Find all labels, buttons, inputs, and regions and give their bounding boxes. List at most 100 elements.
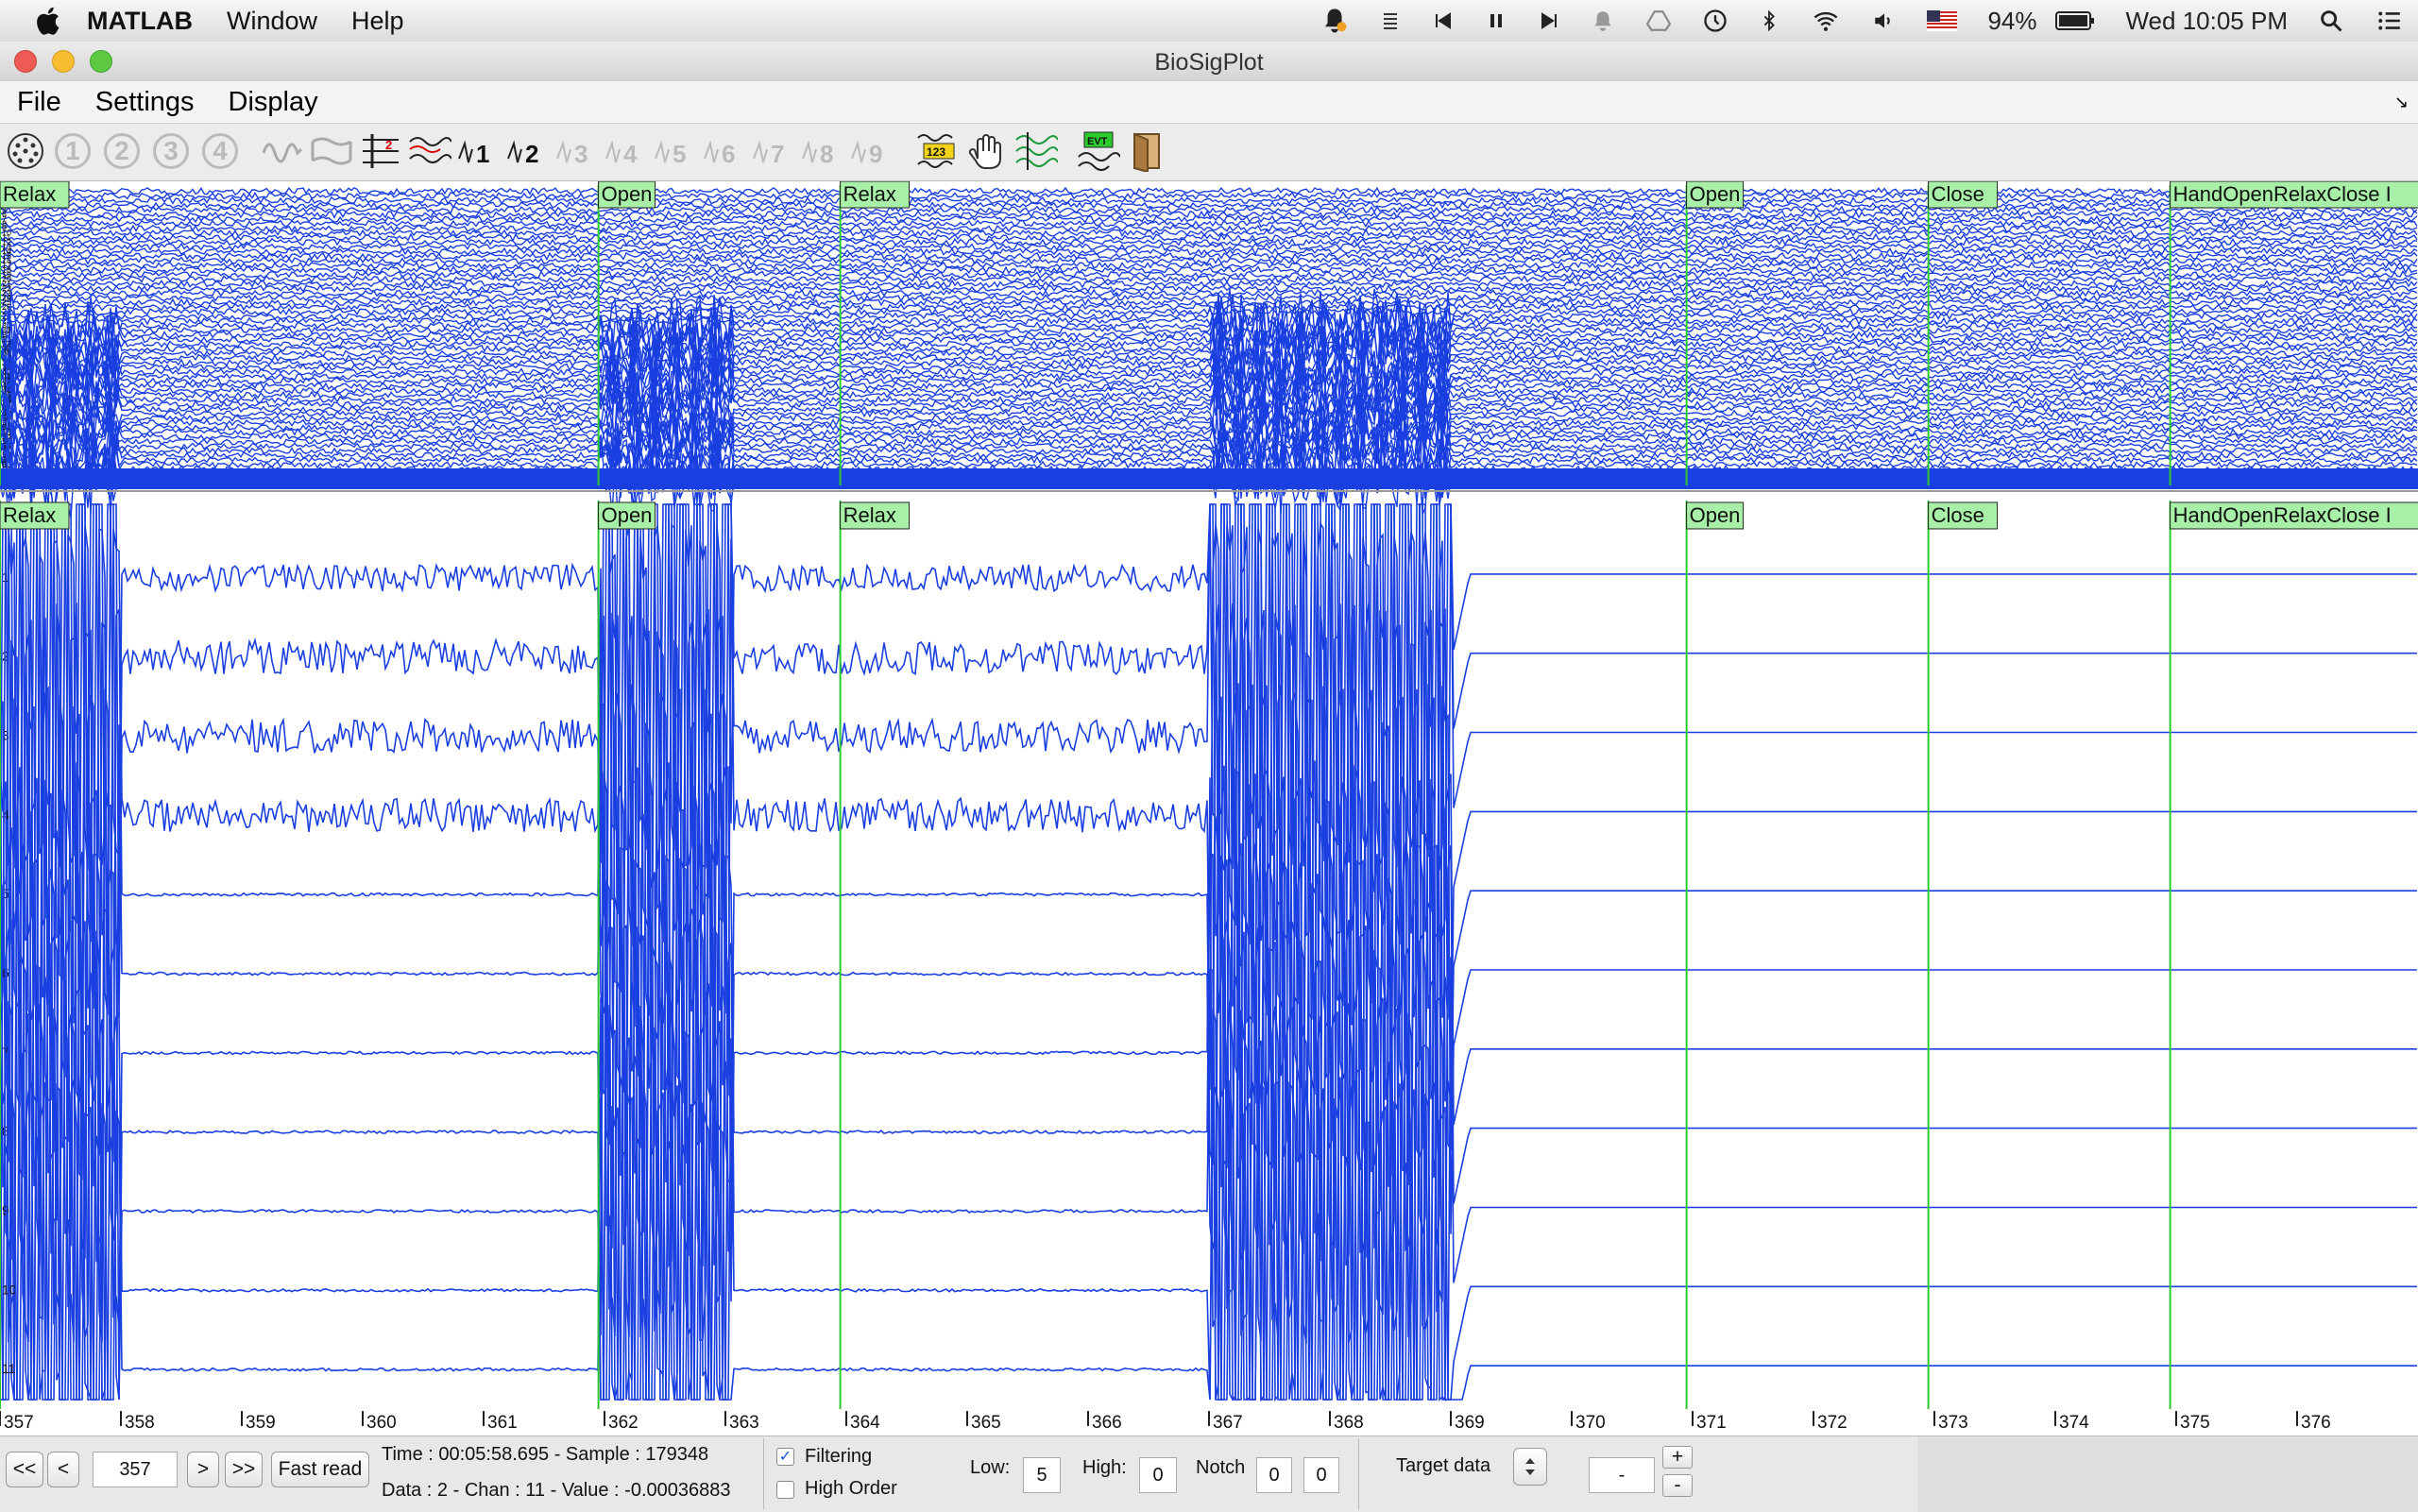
time-info: Time : 00:05:58.695 - Sample : 179348 [382, 1444, 709, 1465]
wifi-icon[interactable] [1810, 8, 1842, 34]
notification-bell-icon[interactable] [1320, 7, 1349, 35]
channel-spread-icon[interactable] [1014, 129, 1058, 173]
notification-icon[interactable] [1591, 8, 1615, 33]
svg-text:EVT: EVT [1087, 136, 1108, 147]
event-editor-icon[interactable]: EVT [1077, 129, 1120, 173]
window-titlebar: BioSigPlot [0, 42, 2418, 82]
previous-track-icon[interactable] [1432, 9, 1455, 32]
time-axis-tick-label: 370 [1575, 1413, 1606, 1433]
superimpose-3-button[interactable]: 3 [555, 129, 599, 173]
battery-icon[interactable] [2055, 10, 2095, 31]
compare-channels-icon[interactable] [408, 129, 451, 173]
window-menu[interactable]: Window [210, 7, 334, 36]
exit-door-icon[interactable] [1126, 129, 1169, 173]
battery-percent[interactable]: 94% [1987, 7, 2036, 36]
dock-arrow-icon[interactable]: ↘ [2394, 93, 2409, 112]
drive-icon[interactable] [1645, 8, 1672, 33]
wave-overlay-icon[interactable] [261, 129, 304, 173]
event-label: Relax [843, 503, 896, 527]
view-3-button[interactable]: 3 [149, 129, 193, 173]
svg-text:5: 5 [673, 140, 686, 168]
signal-plot-area[interactable]: 1234567891011121314151617181920212223242… [0, 180, 2418, 1436]
time-axis-tick-label: 374 [2059, 1413, 2089, 1433]
navigation-bar: << < 357 > >> Fast read Time : 00:05:58.… [0, 1436, 2418, 1512]
app-menubar: File Settings Display ↘ [0, 81, 2418, 124]
time-machine-icon[interactable] [1702, 8, 1728, 34]
event-label: HandOpenRelaxClose I [2173, 503, 2392, 527]
time-position-input[interactable]: 357 [93, 1452, 178, 1487]
cursor-mode-icon[interactable]: 2 [359, 129, 402, 173]
bluetooth-icon[interactable] [1759, 8, 1779, 34]
pan-hand-icon[interactable] [965, 129, 1009, 173]
spotlight-search-icon[interactable] [2318, 8, 2344, 34]
time-axis-tick-label: 375 [2180, 1413, 2210, 1433]
target-data-label: Target data [1396, 1455, 1491, 1476]
svg-text:7: 7 [771, 140, 784, 168]
superimpose-2-button[interactable]: 2 [506, 129, 550, 173]
time-axis-tick-label: 369 [1455, 1413, 1485, 1433]
file-menu[interactable]: File [0, 87, 78, 118]
event-label: Close [1932, 182, 1984, 206]
clock[interactable]: Wed 10:05 PM [2125, 7, 2288, 36]
mac-menubar: MATLAB Window Help 94% Wed 10:05 PM [0, 0, 2418, 42]
us-flag-icon[interactable] [1927, 10, 1958, 31]
high-cutoff-input[interactable]: 0 [1139, 1457, 1177, 1493]
superimpose-7-button[interactable]: 7 [752, 129, 795, 173]
superimpose-5-button[interactable]: 5 [654, 129, 697, 173]
superimpose-8-button[interactable]: 8 [801, 129, 844, 173]
wave-stack-icon[interactable] [310, 129, 353, 173]
list-icon[interactable] [1379, 9, 1402, 32]
view-2-button[interactable]: 2 [100, 129, 144, 173]
pause-icon[interactable] [1485, 9, 1507, 32]
svg-text:1: 1 [476, 140, 489, 168]
target-data-field[interactable]: - [1589, 1457, 1655, 1493]
superimpose-1-button[interactable]: 1 [457, 129, 501, 173]
time-axis-tick-label: 360 [366, 1413, 397, 1433]
superimpose-9-button[interactable]: 9 [850, 129, 894, 173]
time-axis-tick-label: 367 [1213, 1413, 1243, 1433]
settings-menu[interactable]: Settings [78, 87, 212, 118]
superimpose-6-button[interactable]: 6 [703, 129, 746, 173]
time-axis-tick-label: 373 [1938, 1413, 1968, 1433]
time-axis-tick-label: 376 [2301, 1413, 2331, 1433]
stepper-arrows-icon [1525, 1458, 1535, 1475]
notch-input-1[interactable]: 0 [1256, 1457, 1292, 1493]
signal-plot-svg[interactable]: 1234567891011121314151617181920212223242… [0, 180, 2418, 1436]
event-label: HandOpenRelaxClose I [2173, 182, 2392, 206]
event-label: Relax [3, 503, 56, 527]
target-data-stepper[interactable] [1513, 1448, 1547, 1486]
last-page-button[interactable]: >> [225, 1452, 263, 1487]
svg-text:9: 9 [869, 140, 882, 168]
time-axis-tick-label: 372 [1817, 1413, 1848, 1433]
previous-page-button[interactable]: < [47, 1452, 79, 1487]
app-name-menu[interactable]: MATLAB [79, 7, 210, 36]
svg-text:4: 4 [623, 140, 638, 168]
decrease-button[interactable]: - [1662, 1474, 1693, 1497]
notch-input-2[interactable]: 0 [1303, 1457, 1339, 1493]
filtering-checkbox[interactable]: ✓ [776, 1448, 794, 1466]
svg-text:123: 123 [927, 145, 945, 159]
view-4-button[interactable]: 4 [198, 129, 242, 173]
display-menu[interactable]: Display [212, 87, 335, 118]
superimpose-4-button[interactable]: 4 [604, 129, 648, 173]
volume-icon[interactable] [1872, 8, 1897, 33]
digits-display-icon[interactable]: 123 [916, 129, 960, 173]
time-axis-tick-label: 366 [1092, 1413, 1122, 1433]
fast-read-button[interactable]: Fast read [271, 1452, 369, 1487]
first-page-button[interactable]: << [6, 1452, 43, 1487]
next-track-icon[interactable] [1538, 9, 1560, 32]
increase-button[interactable]: + [1662, 1446, 1693, 1469]
next-page-button[interactable]: > [187, 1452, 219, 1487]
notification-center-icon[interactable] [2375, 8, 2405, 33]
svg-text:6: 6 [722, 140, 735, 168]
apple-icon[interactable] [32, 4, 66, 38]
low-cutoff-input[interactable]: 5 [1023, 1457, 1061, 1493]
toolbar: 1 2 3 4 2 1 2 123 EVT 3456789 [0, 124, 2418, 181]
event-label: Open [1690, 503, 1741, 527]
high-order-checkbox[interactable] [776, 1481, 794, 1499]
view-1-button[interactable]: 1 [51, 129, 94, 173]
window-title: BioSigPlot [1154, 49, 1264, 76]
lower-channel-label: 9 [2, 1202, 9, 1217]
channel-select-icon[interactable] [4, 129, 47, 173]
help-menu[interactable]: Help [334, 7, 421, 36]
